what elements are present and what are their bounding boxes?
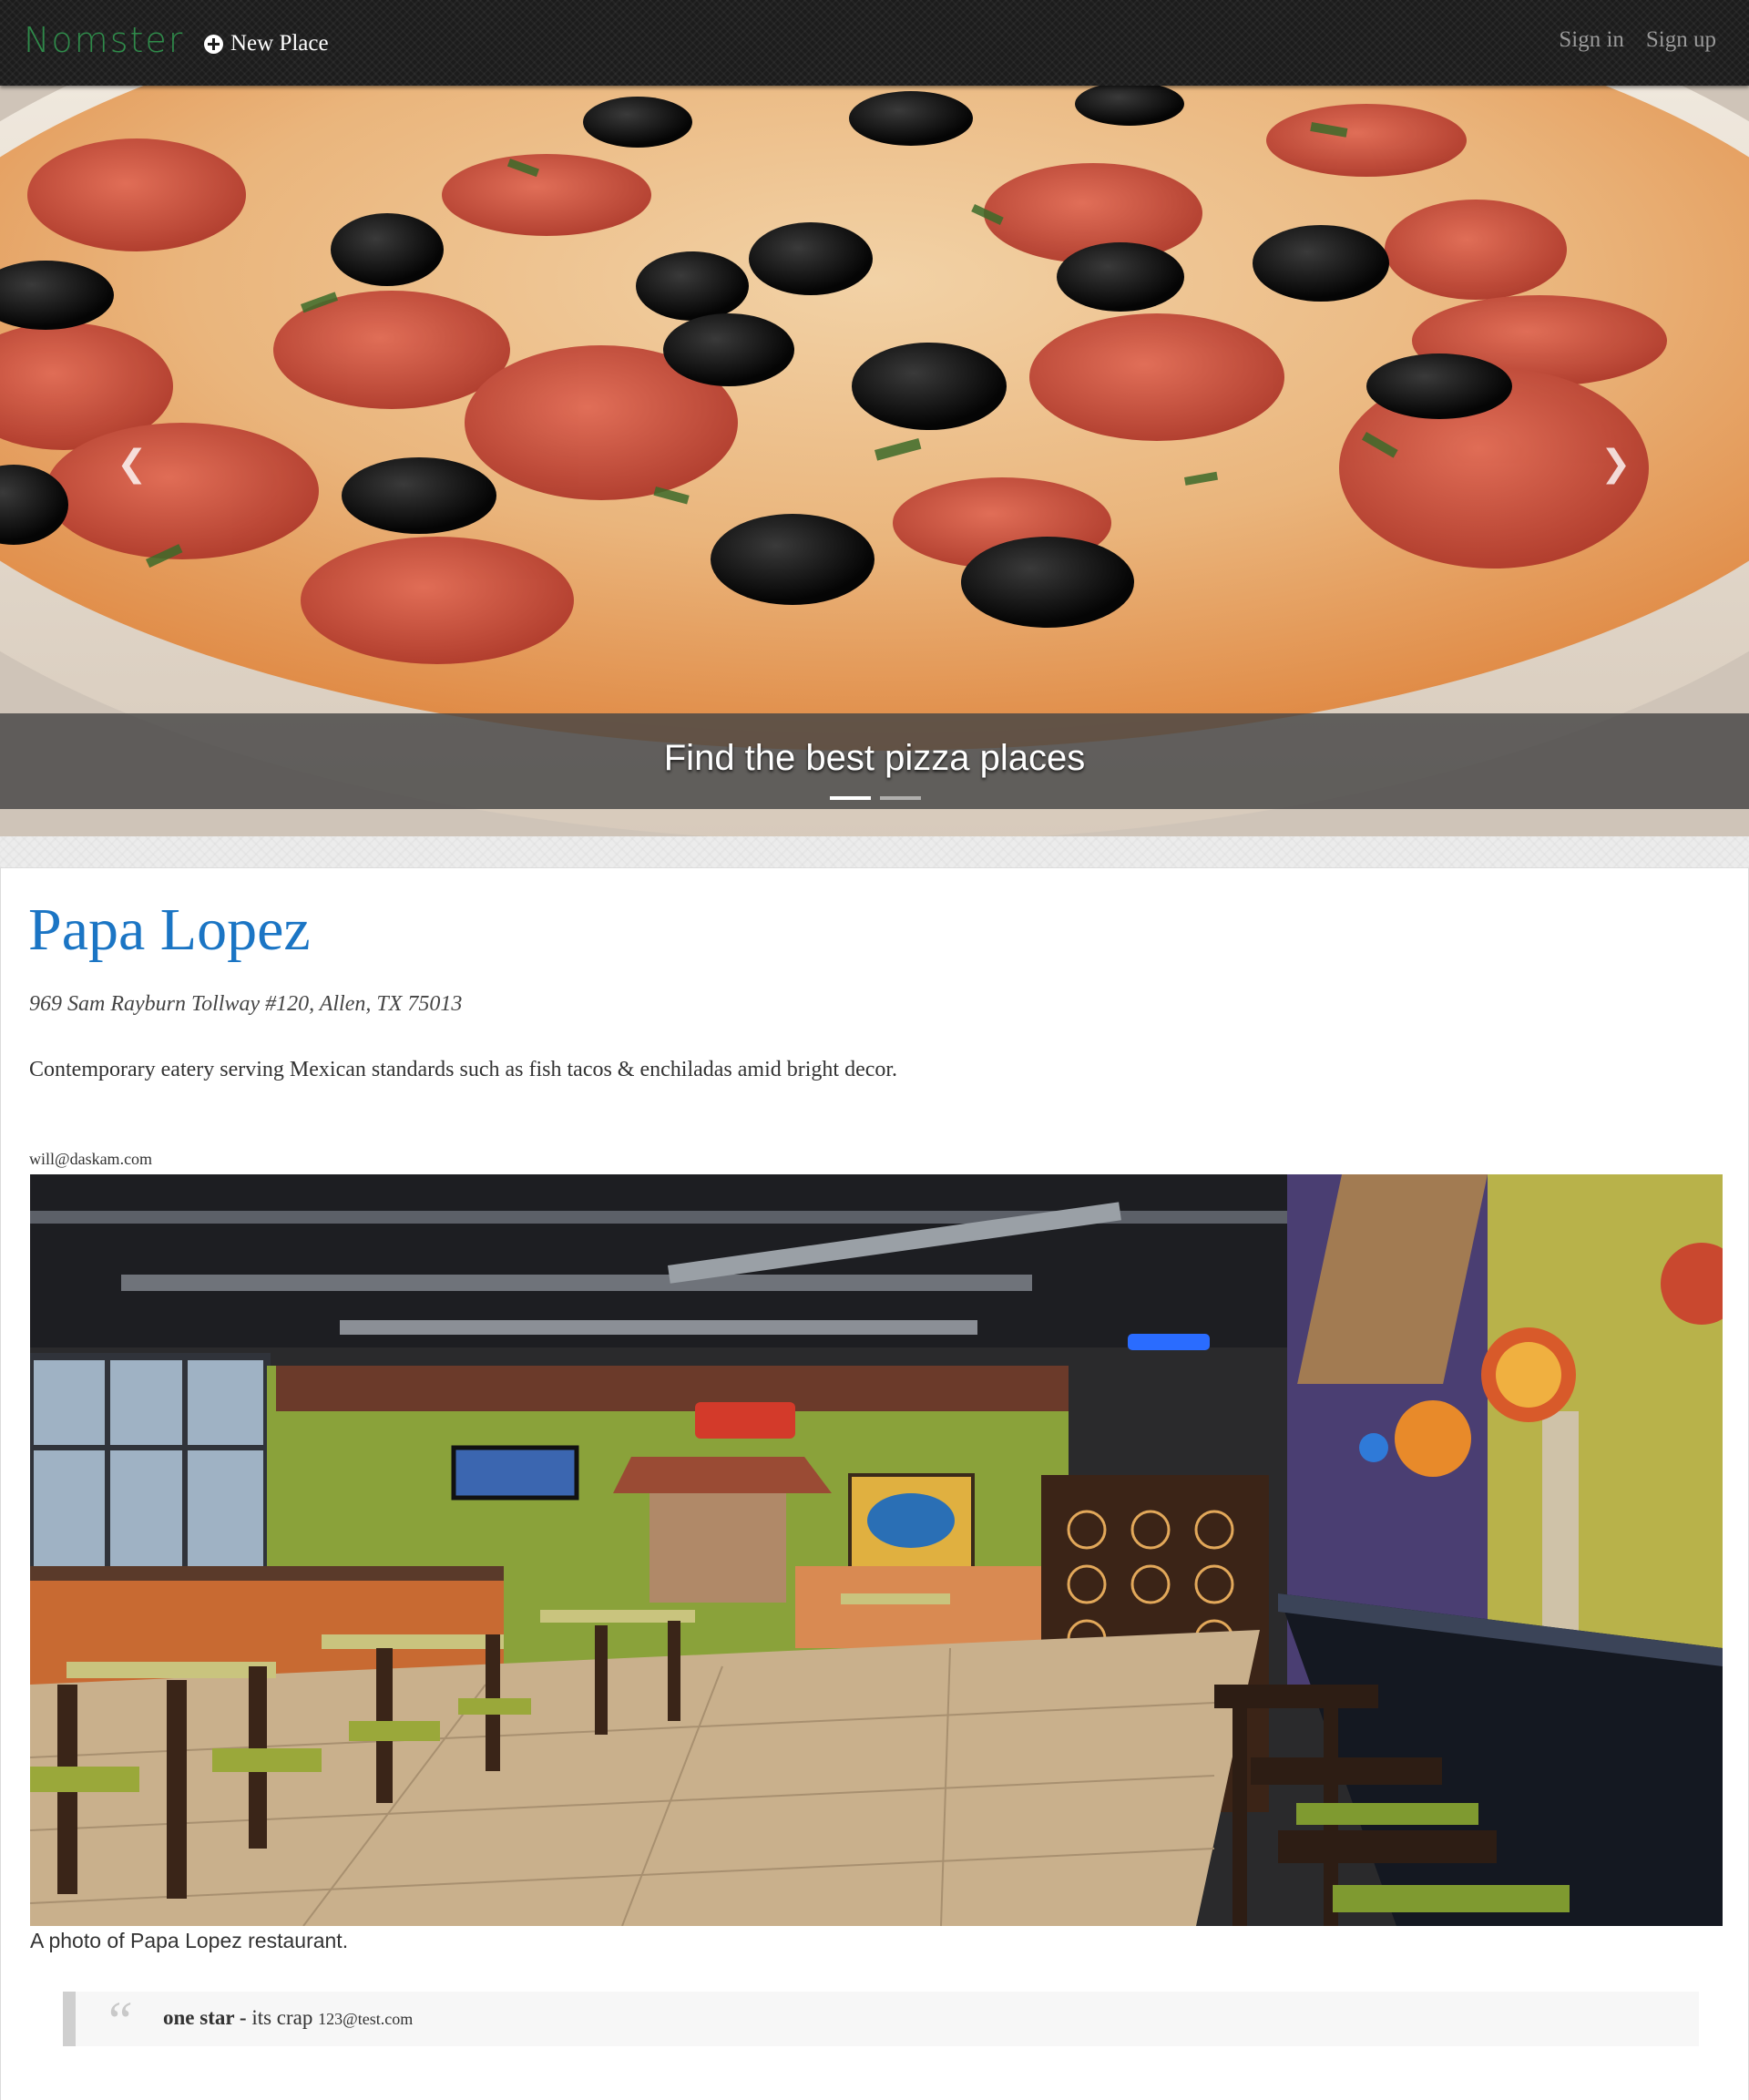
- review-author: 123@test.com: [318, 2010, 414, 2028]
- carousel-indicator[interactable]: [830, 796, 871, 800]
- place-address: 969 Sam Rayburn Tollway #120, Allen, TX …: [29, 992, 463, 1016]
- carousel-indicator[interactable]: [880, 796, 921, 800]
- new-place-link[interactable]: New Place: [204, 27, 329, 60]
- sign-up-link[interactable]: Sign up: [1646, 27, 1716, 53]
- hero-carousel: ❮ ❯ Find the best pizza places: [0, 86, 1749, 836]
- new-place-label: New Place: [230, 31, 329, 56]
- auth-links: Sign in Sign up: [1559, 27, 1716, 53]
- review-separator: -: [234, 2006, 252, 2029]
- plus-circle-icon: [204, 34, 223, 54]
- sign-in-link[interactable]: Sign in: [1559, 27, 1624, 53]
- photo-caption: A photo of Papa Lopez restaurant.: [30, 1929, 349, 1952]
- divider-strip: [0, 836, 1749, 867]
- place-panel: Papa Lopez 969 Sam Rayburn Tollway #120,…: [0, 867, 1749, 2100]
- place-photo: [30, 1174, 1723, 1926]
- brand-logo[interactable]: Nomster: [24, 20, 184, 60]
- review-rating: one star: [163, 2006, 235, 2029]
- carousel-caption: Find the best pizza places: [663, 738, 1086, 778]
- chevron-right-icon[interactable]: ❯: [1601, 443, 1631, 485]
- restaurant-interior-image: [30, 1174, 1723, 1926]
- carousel-indicators: [830, 796, 921, 800]
- review-item: “ one star - its crap 123@test.com: [63, 1991, 1699, 2051]
- chevron-left-icon[interactable]: ❮: [117, 443, 148, 485]
- place-description: Contemporary eatery serving Mexican stan…: [29, 1058, 898, 1081]
- review-content: one star - its crap 123@test.com: [163, 2006, 413, 2030]
- quote-icon: “: [103, 1991, 134, 2051]
- review-comment: its crap: [251, 2006, 313, 2029]
- place-title: Papa Lopez: [28, 896, 311, 963]
- top-navbar: Nomster New Place Sign in Sign up: [0, 0, 1749, 86]
- owner-email: will@daskam.com: [29, 1150, 153, 1168]
